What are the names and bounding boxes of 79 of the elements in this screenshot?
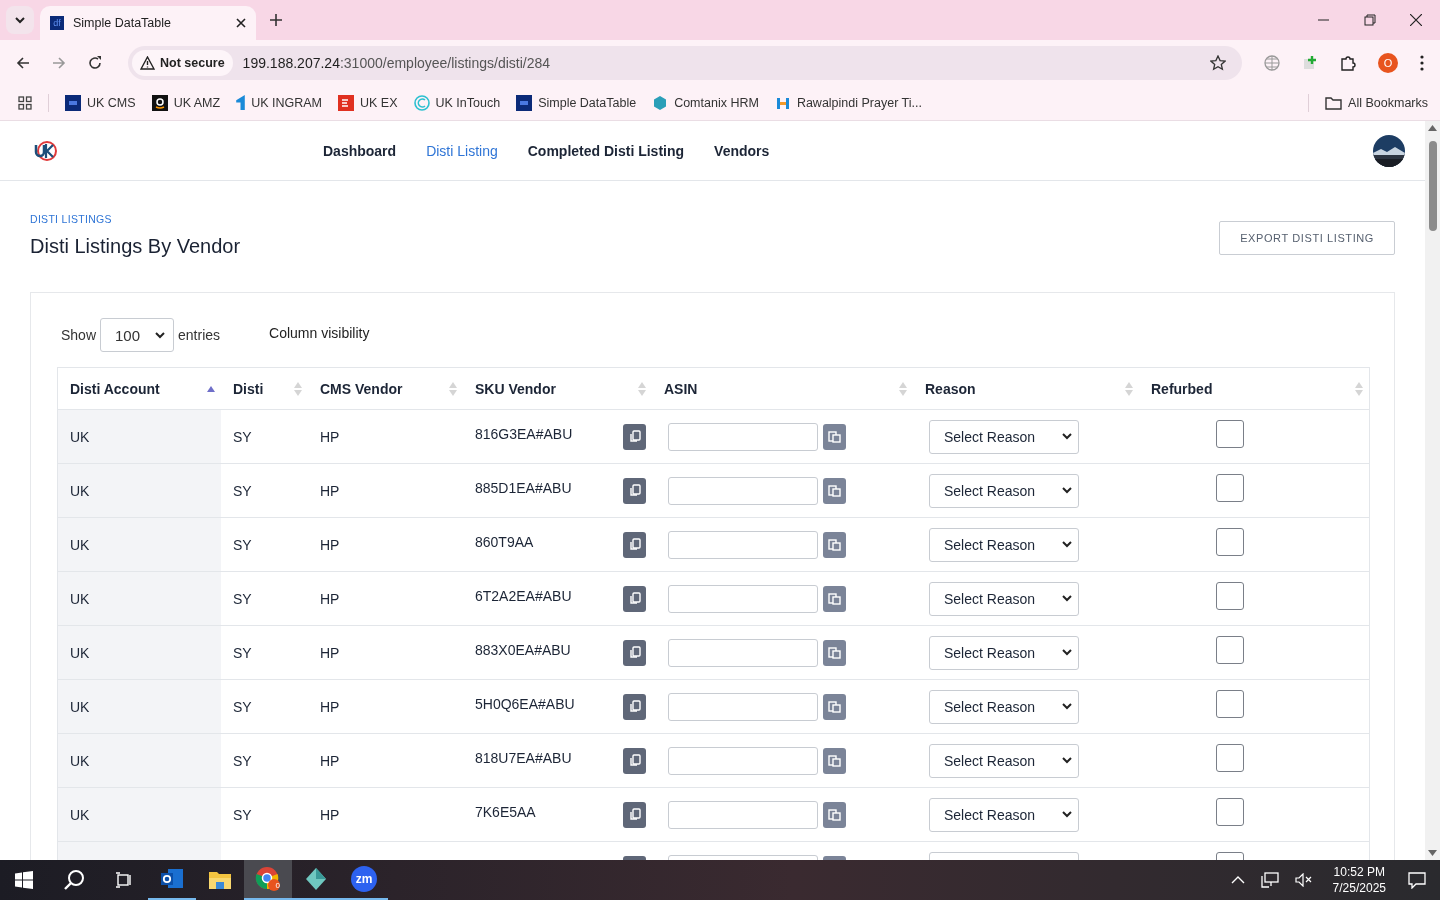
table-cell: 885D1EA#ABU [475, 479, 572, 496]
table-cell: 6T2A2EA#ABU [475, 587, 572, 604]
tab-title: Simple DataTable [73, 16, 172, 30]
column-header[interactable]: Disti [221, 368, 308, 409]
table-cell: UK [70, 536, 90, 553]
column-header[interactable]: Reason [913, 368, 1139, 409]
nav-link[interactable]: Dashboard [323, 142, 397, 159]
reason-select[interactable]: Select Reason [929, 689, 1079, 724]
column-visibility-button[interactable]: Column visibility [269, 325, 370, 341]
table-cell: SY [233, 482, 252, 499]
bookmark-item[interactable]: UK InTouch [413, 94, 501, 111]
table-cell: 860T9AA [475, 533, 534, 550]
all-bookmarks-button[interactable]: All Bookmarks [1325, 95, 1428, 110]
bookmark-item[interactable]: UK INGRAM [236, 95, 322, 110]
bookmark-item[interactable]: Rawalpindi Prayer Ti... [774, 94, 922, 111]
column-header[interactable]: CMS Vendor [308, 368, 463, 409]
table-cell: UK [70, 482, 90, 499]
reason-select[interactable]: Select Reason [929, 527, 1079, 562]
nav-link[interactable]: Vendors [714, 142, 770, 159]
profile-avatar[interactable]: O [1378, 52, 1398, 73]
table-cell: HP [320, 428, 340, 445]
bookmark-item[interactable]: UK CMS [65, 94, 136, 111]
table-cell: UK [70, 428, 90, 445]
table-cell: SY [233, 806, 252, 823]
column-header[interactable]: Disti Account [58, 368, 221, 409]
table-cell: SY [233, 590, 252, 607]
nav-link[interactable]: Completed Disti Listing [527, 142, 685, 159]
column-header[interactable]: SKU Vendor [463, 368, 652, 409]
entries-label: entries [178, 327, 221, 343]
reason-select[interactable]: Select Reason [929, 797, 1079, 832]
column-header[interactable]: ASIN [652, 368, 913, 409]
breadcrumb-link[interactable]: DISTI LISTINGS [30, 213, 241, 225]
export-button[interactable]: EXPORT DISTI LISTING [1219, 221, 1395, 255]
page-title: Disti Listings By Vendor [30, 235, 241, 258]
table-cell: HP [320, 590, 340, 607]
reason-select[interactable]: Select Reason [929, 473, 1079, 508]
notification-count: 0 [275, 881, 280, 890]
table-cell: 883X0EA#ABU [475, 641, 571, 658]
bookmark-item[interactable]: Comtanix HRM [652, 94, 759, 111]
clock[interactable]: 10:52 PM 7/25/2025 [1332, 864, 1386, 896]
table-cell: HP [320, 644, 340, 661]
address-bar[interactable]: Not secure 199.188.207.24:31000/employee/listings/disti/284 [128, 45, 1242, 80]
table-cell: 816G3EA#ABU [475, 425, 573, 442]
app-logo: zm [351, 866, 377, 892]
table-cell: UK [70, 644, 90, 661]
url-text: 199.188.207.24:31000/employee/listings/disti/284 [242, 54, 551, 71]
table-cell: 818U7EA#ABU [475, 749, 572, 766]
table-cell: HP [320, 752, 340, 769]
table-cell: HP [320, 536, 340, 553]
reason-select[interactable]: Select Reason [929, 581, 1079, 616]
column-header[interactable]: Refurbed [1139, 368, 1369, 409]
bookmark-item[interactable]: UK EX [338, 94, 398, 111]
table-cell: SY [233, 428, 252, 445]
table-cell: HP [320, 806, 340, 823]
reason-select[interactable]: Select Reason [929, 743, 1079, 778]
table-cell: UK [70, 806, 90, 823]
nav-link[interactable]: Disti Listing [426, 142, 498, 159]
table-cell: UK [70, 752, 90, 769]
table-cell: UK [70, 698, 90, 715]
table-cell: SY [233, 644, 252, 661]
show-label: Show [61, 327, 97, 343]
taskbar-app-button[interactable]: zm [340, 860, 388, 900]
table-cell: 5H0Q6EA#ABU [475, 695, 575, 712]
table-cell: 7K6E5AA [475, 803, 536, 820]
table-cell: UK [70, 590, 90, 607]
table-cell: SY [233, 698, 252, 715]
favicon-icon: df [50, 16, 64, 30]
taskbar-app-button[interactable]: 0 [244, 860, 292, 900]
bookmark-item[interactable]: UK AMZ [151, 94, 221, 111]
browser-tab[interactable]: df Simple DataTable [40, 6, 256, 40]
reason-select[interactable]: Select Reason [929, 419, 1079, 454]
table-cell: SY [233, 536, 252, 553]
table-cell: HP [320, 698, 340, 715]
security-chip[interactable]: Not secure [132, 49, 233, 76]
table-cell: SY [233, 752, 252, 769]
reason-select[interactable]: Select Reason [929, 635, 1079, 670]
table-cell: HP [320, 482, 340, 499]
page-length-select[interactable]: 100 [100, 318, 175, 352]
bookmark-item[interactable]: Simple DataTable [516, 94, 637, 111]
